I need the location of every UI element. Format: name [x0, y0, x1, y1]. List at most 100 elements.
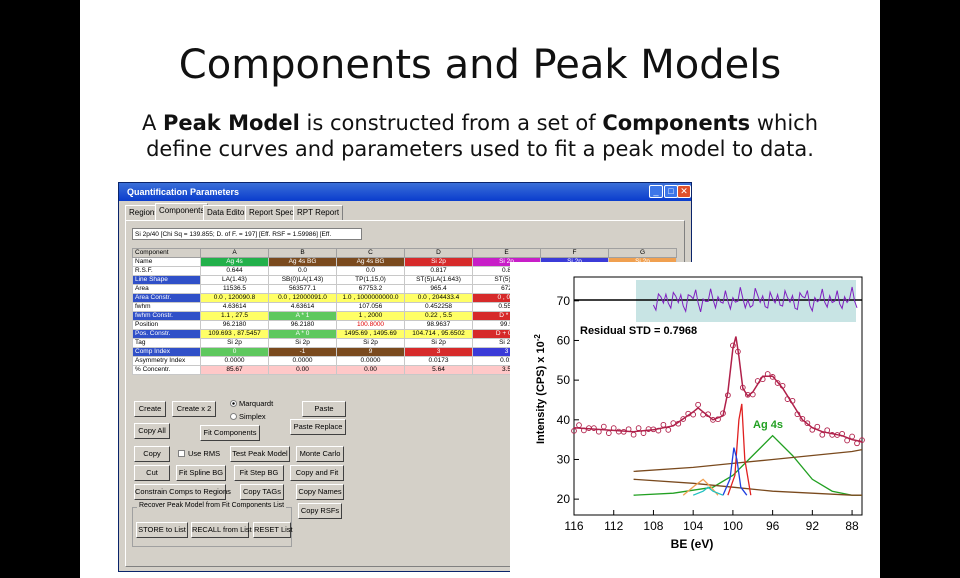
row-label: Position	[132, 320, 201, 330]
constrain-comps-button[interactable]: Constrain Comps to Regions	[134, 484, 231, 500]
tab-report-spec[interactable]: Report Spec.	[245, 205, 300, 220]
table-cell[interactable]: 0.0	[336, 266, 405, 276]
table-cell[interactable]: 109.693 , 87.5457	[200, 329, 269, 339]
column-header[interactable]: D	[404, 248, 473, 258]
table-cell[interactable]: 1.1 , 27.5	[200, 311, 269, 321]
table-cell[interactable]: Si 2p	[336, 338, 405, 348]
table-cell[interactable]: 0.452258	[404, 302, 473, 312]
table-cell[interactable]: -1	[268, 347, 337, 357]
table-cell[interactable]: Si 2p	[404, 338, 473, 348]
table-cell[interactable]: 563577.1	[268, 284, 337, 294]
table-cell[interactable]: 0.0 , 120090.8	[200, 293, 269, 303]
simplex-radio[interactable]: Simplex	[230, 412, 266, 422]
table-cell[interactable]: 0.0 , 12000091.0	[268, 293, 337, 303]
copy-tags-button[interactable]: Copy TAGs	[240, 484, 284, 500]
reset-list-button[interactable]: RESET List	[253, 522, 293, 538]
table-cell[interactable]: ST(5)LA(1.643)	[404, 275, 473, 285]
create-x2-button[interactable]: Create x 2	[172, 401, 216, 417]
column-header[interactable]: F	[540, 248, 609, 258]
table-cell[interactable]: 0.0000	[336, 356, 405, 366]
copy-button[interactable]: Copy	[134, 446, 170, 462]
table-cell[interactable]: 100.8000	[336, 320, 405, 330]
y-axis-label-exp: -2	[533, 334, 542, 342]
monte-carlo-button[interactable]: Monte Carlo	[296, 446, 344, 462]
copy-rsfs-button[interactable]: Copy RSFs	[298, 503, 342, 519]
table-cell[interactable]: Si 2p	[200, 338, 269, 348]
table-cell[interactable]: 96.2180	[268, 320, 337, 330]
table-cell[interactable]: 4.63614	[268, 302, 337, 312]
copy-names-button[interactable]: Copy Names	[296, 484, 344, 500]
test-peak-model-button[interactable]: Test Peak Model	[230, 446, 290, 462]
store-to-list-button[interactable]: STORE to List	[136, 522, 188, 538]
table-cell[interactable]: 0.644	[200, 266, 269, 276]
row-label: R.S.F.	[132, 266, 201, 276]
table-cell[interactable]: LA(1.43)	[200, 275, 269, 285]
table-cell[interactable]: 0.0000	[200, 356, 269, 366]
close-icon[interactable]: ✕	[677, 185, 691, 198]
minimize-icon[interactable]: _	[649, 185, 663, 198]
table-cell[interactable]: 1 , 2000	[336, 311, 405, 321]
tab-data-editor[interactable]: Data Editor	[203, 205, 252, 220]
marquardt-radio[interactable]: Marquardt	[230, 399, 273, 409]
table-cell[interactable]: 0.0 , 204433.4	[404, 293, 473, 303]
use-rms-checkbox[interactable]: Use RMS	[178, 449, 220, 459]
column-header[interactable]: Component	[132, 248, 201, 258]
table-cell[interactable]: Si 2p	[404, 257, 473, 267]
table-cell[interactable]: 0.0	[268, 266, 337, 276]
paste-button[interactable]: Paste	[302, 401, 346, 417]
table-cell[interactable]: A * 1	[268, 311, 337, 321]
table-cell[interactable]: 9	[336, 347, 405, 357]
maximize-icon[interactable]: □	[664, 185, 678, 198]
table-cell[interactable]: Si 2p	[268, 338, 337, 348]
table-cell[interactable]: 67753.2	[336, 284, 405, 294]
row-label: Name	[132, 257, 201, 267]
column-header[interactable]: B	[268, 248, 337, 258]
table-cell[interactable]: 11536.5	[200, 284, 269, 294]
table-cell[interactable]: 104.714 , 95.6502	[404, 329, 473, 339]
table-cell[interactable]: 96.2180	[200, 320, 269, 330]
table-cell[interactable]: 1495.69 , 1495.69	[336, 329, 405, 339]
table-cell[interactable]: 0.00	[336, 365, 405, 375]
table-cell[interactable]: 965.4	[404, 284, 473, 294]
column-header[interactable]: A	[200, 248, 269, 258]
window-titlebar[interactable]: Quantification Parameters	[119, 183, 691, 201]
fit-step-bg-button[interactable]: Fit Step BG	[234, 465, 284, 481]
x-tick-label: 112	[604, 519, 623, 533]
table-cell[interactable]: SB(0)LA(1.43)	[268, 275, 337, 285]
table-cell[interactable]: 0	[200, 347, 269, 357]
row-label: fwhm Constr.	[132, 311, 201, 321]
table-cell[interactable]: 107.056	[336, 302, 405, 312]
column-header[interactable]: E	[472, 248, 541, 258]
y-tick-label: 30	[557, 452, 571, 466]
table-cell[interactable]: Ag 4s	[200, 257, 269, 267]
table-cell[interactable]: 0.22 , 5.5	[404, 311, 473, 321]
create-button[interactable]: Create	[134, 401, 166, 417]
recall-from-list-button[interactable]: RECALL from List	[191, 522, 252, 538]
row-label: Area Constr.	[132, 293, 201, 303]
table-cell[interactable]: Ag 4s BG	[268, 257, 337, 267]
fit-spline-bg-button[interactable]: Fit Spline BG	[176, 465, 226, 481]
table-cell[interactable]: 4.63614	[200, 302, 269, 312]
table-cell[interactable]: 85.67	[200, 365, 269, 375]
table-cell[interactable]: 0.00	[268, 365, 337, 375]
table-cell[interactable]: Ag 4s BG	[336, 257, 405, 267]
copy-all-button[interactable]: Copy All	[134, 423, 170, 439]
table-cell[interactable]: 98.9637	[404, 320, 473, 330]
paste-replace-button[interactable]: Paste Replace	[290, 419, 346, 435]
column-header[interactable]: C	[336, 248, 405, 258]
column-header[interactable]: G	[608, 248, 677, 258]
table-cell[interactable]: 3	[404, 347, 473, 357]
row-label: fwhm	[132, 302, 201, 312]
table-cell[interactable]: 0.0173	[404, 356, 473, 366]
table-cell[interactable]: TP(1,15,0)	[336, 275, 405, 285]
table-cell[interactable]: 5.64	[404, 365, 473, 375]
tab-components[interactable]: Components	[155, 203, 209, 221]
table-cell[interactable]: 0.0000	[268, 356, 337, 366]
table-cell[interactable]: A * 0	[268, 329, 337, 339]
cut-button[interactable]: Cut	[134, 465, 170, 481]
copy-and-fit-button[interactable]: Copy and Fit	[290, 465, 344, 481]
table-cell[interactable]: 0.817	[404, 266, 473, 276]
fit-components-button[interactable]: Fit Components	[200, 425, 260, 441]
table-cell[interactable]: 1.0 , 1000000000.0	[336, 293, 405, 303]
tab-rpt-report[interactable]: RPT Report	[293, 205, 344, 220]
